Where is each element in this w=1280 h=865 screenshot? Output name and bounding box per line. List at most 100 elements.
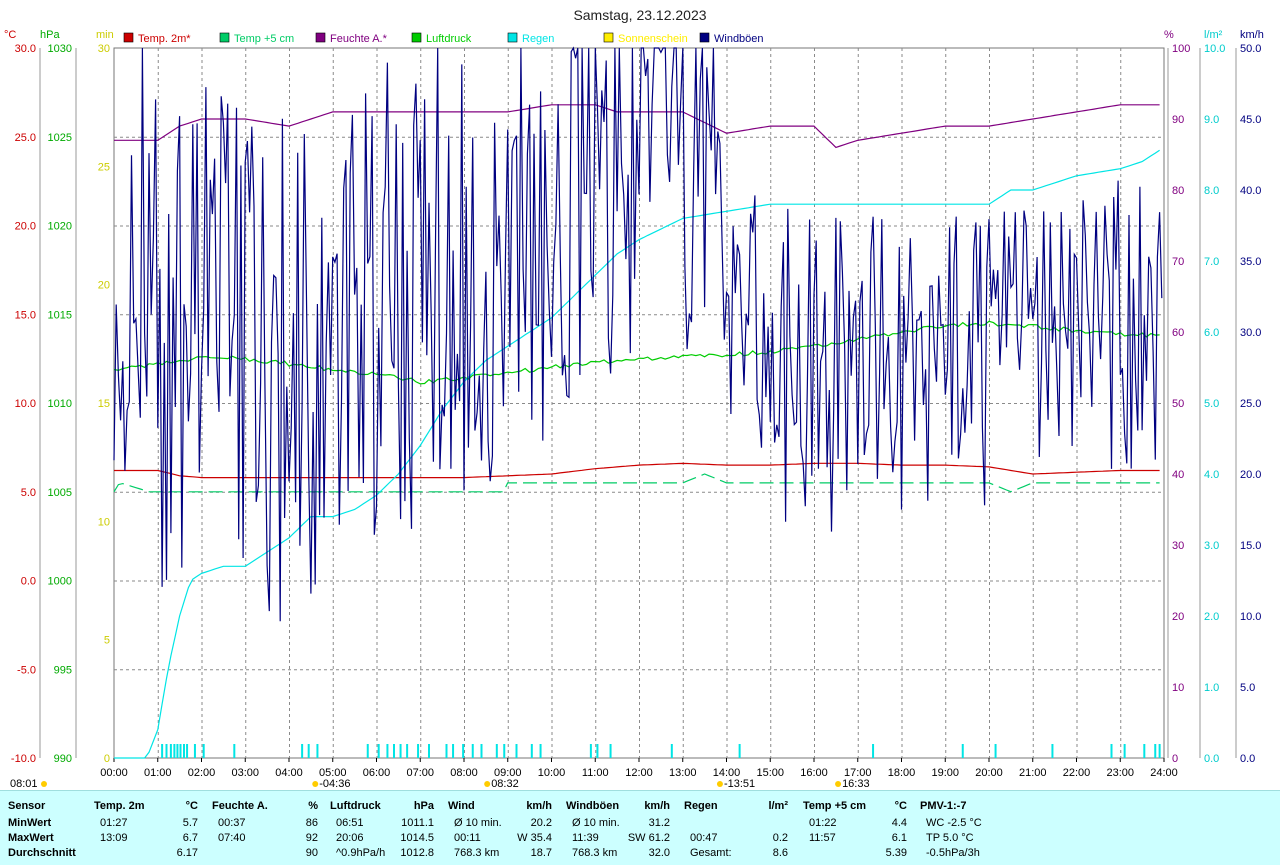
x-tick-label: 22:00 bbox=[1063, 767, 1091, 779]
sun-mark-label: 08:32 bbox=[491, 778, 519, 790]
table-row-label: Durchschnitt bbox=[8, 847, 76, 859]
left-axis-tick-label: -10.0 bbox=[11, 753, 36, 765]
rain-event-bar bbox=[165, 744, 168, 758]
sun-icon bbox=[835, 781, 842, 787]
x-tick-label: 00:00 bbox=[100, 767, 128, 779]
rain-event-bar bbox=[609, 744, 612, 758]
legend-label: Feuchte A.* bbox=[330, 33, 388, 45]
left-axis-tick-label: 5.0 bbox=[21, 487, 36, 499]
right-axis-tick-label: 0.0 bbox=[1204, 753, 1219, 765]
right-axis-tick-label: 0.0 bbox=[1240, 753, 1255, 765]
weather-chart-page: Samstag, 23.12.2023 00:00 01:00 02:00 03:00… bbox=[0, 0, 1280, 865]
table-cell-sub: TP 5.0 °C bbox=[926, 832, 974, 844]
left-axis-tick-label: 30.0 bbox=[15, 43, 36, 55]
rain-event-bar bbox=[377, 744, 380, 758]
left-axis-tick-label: 0 bbox=[104, 753, 110, 765]
rain-event-bar bbox=[169, 744, 172, 758]
rain-event-bar bbox=[316, 744, 319, 758]
rain-event-bar bbox=[417, 744, 420, 758]
table-column-header: Sensor bbox=[8, 800, 46, 812]
rain-event-bar bbox=[589, 744, 592, 758]
left-axis-tick-label: 1015 bbox=[48, 309, 72, 321]
legend-label: Temp +5 cm bbox=[234, 33, 294, 45]
right-axis-tick-label: 8.0 bbox=[1204, 185, 1219, 197]
table-cell-value: 1012.8 bbox=[400, 847, 434, 859]
left-axis-unit: °C bbox=[4, 29, 16, 41]
right-axis-tick-label: 0 bbox=[1172, 753, 1178, 765]
x-tick-label: 02:00 bbox=[188, 767, 216, 779]
table-column-unit: km/h bbox=[526, 800, 552, 812]
right-axis-tick-label: 5.0 bbox=[1240, 682, 1255, 694]
x-tick-label: 07:00 bbox=[406, 767, 434, 779]
legend-swatch bbox=[411, 32, 422, 43]
left-axis-tick-label: 15 bbox=[98, 398, 110, 410]
x-tick-label: 12:00 bbox=[625, 767, 653, 779]
rain-event-bar bbox=[386, 744, 389, 758]
table-cell-sub: -0.5hPa/3h bbox=[926, 847, 980, 859]
x-tick-label: 15:00 bbox=[756, 767, 784, 779]
left-axis-tick-label: 1030 bbox=[48, 43, 72, 55]
table-cell-value: W 35.4 bbox=[517, 832, 552, 844]
rain-event-bar bbox=[994, 744, 997, 758]
rain-event-bar bbox=[1110, 744, 1113, 758]
left-axis-tick-label: 1000 bbox=[48, 576, 72, 588]
table-cell-value: 90 bbox=[305, 847, 318, 859]
rain-event-bar bbox=[179, 744, 182, 758]
table-column-header: PMV-1:-7 bbox=[920, 800, 967, 812]
table-cell-value: SW 61.2 bbox=[627, 832, 670, 844]
sun-mark-label: 08:01 bbox=[10, 778, 38, 790]
right-axis-tick-label: 2.0 bbox=[1204, 611, 1219, 623]
right-axis-tick-label: 30.0 bbox=[1240, 327, 1261, 339]
x-tick-label: 20:00 bbox=[975, 767, 1003, 779]
rain-event-bar bbox=[183, 744, 185, 758]
rain-event-bar bbox=[738, 744, 741, 758]
table-cell-value: 1011.1 bbox=[401, 817, 434, 829]
rain-event-bar bbox=[452, 744, 455, 758]
legend-swatch bbox=[603, 32, 614, 43]
weather-chart: Samstag, 23.12.2023 00:00 01:00 02:00 03:00… bbox=[4, 7, 1264, 790]
rain-event-bar bbox=[471, 744, 474, 758]
table-column-unit: km/h bbox=[644, 800, 670, 812]
right-axis-tick-label: 15.0 bbox=[1240, 540, 1261, 552]
right-axis-tick-label: 4.0 bbox=[1204, 469, 1219, 481]
left-axis-tick-label: 30 bbox=[98, 43, 110, 55]
table-column-unit: l/m² bbox=[768, 800, 788, 812]
rain-event-bar bbox=[406, 744, 409, 758]
table-cell-value: 86 bbox=[305, 817, 318, 829]
table-column-unit: °C bbox=[894, 800, 907, 812]
table-cell-value: 20.2 bbox=[530, 817, 552, 829]
rain-event-bar bbox=[462, 744, 465, 758]
rain-event-bar bbox=[1143, 744, 1146, 758]
right-axis-tick-label: 20.0 bbox=[1240, 469, 1261, 481]
x-tick-label: 16:00 bbox=[800, 767, 828, 779]
table-cell-value: 4.4 bbox=[891, 817, 907, 829]
table-column-unit: °C bbox=[185, 800, 198, 812]
rain-event-bar bbox=[495, 744, 498, 758]
rain-event-bar bbox=[530, 744, 533, 758]
right-axis-tick-label: 30 bbox=[1172, 540, 1184, 552]
legend-swatch bbox=[219, 32, 230, 43]
rain-event-bar bbox=[1051, 744, 1054, 758]
right-axis-tick-label: 80 bbox=[1172, 185, 1184, 197]
rain-event-bar bbox=[399, 744, 402, 758]
sun-icon bbox=[716, 781, 723, 787]
right-axis-tick-label: 25.0 bbox=[1240, 398, 1261, 410]
right-axis-tick-label: 10.0 bbox=[1204, 43, 1225, 55]
x-tick-label: 19:00 bbox=[931, 767, 959, 779]
left-axis-unit: hPa bbox=[40, 29, 60, 41]
rain-event-bar bbox=[186, 744, 189, 758]
table-cell-value: 8.6 bbox=[772, 847, 788, 859]
table-column-unit: hPa bbox=[413, 800, 434, 812]
rain-event-bar bbox=[1154, 744, 1157, 758]
rain-event-bar bbox=[596, 744, 599, 758]
rain-event-bar bbox=[1123, 744, 1126, 758]
right-axis-tick-label: 50 bbox=[1172, 398, 1184, 410]
left-axis-tick-label: 1010 bbox=[48, 398, 72, 410]
rain-event-bar bbox=[307, 744, 310, 758]
x-tick-label: 24:00 bbox=[1150, 767, 1178, 779]
right-axis-tick-label: 35.0 bbox=[1240, 256, 1261, 268]
left-axis-tick-label: 25.0 bbox=[15, 132, 36, 144]
legend-label: Luftdruck bbox=[426, 33, 472, 45]
rain-event-bar bbox=[539, 744, 542, 758]
rain-event-bar bbox=[670, 744, 673, 758]
